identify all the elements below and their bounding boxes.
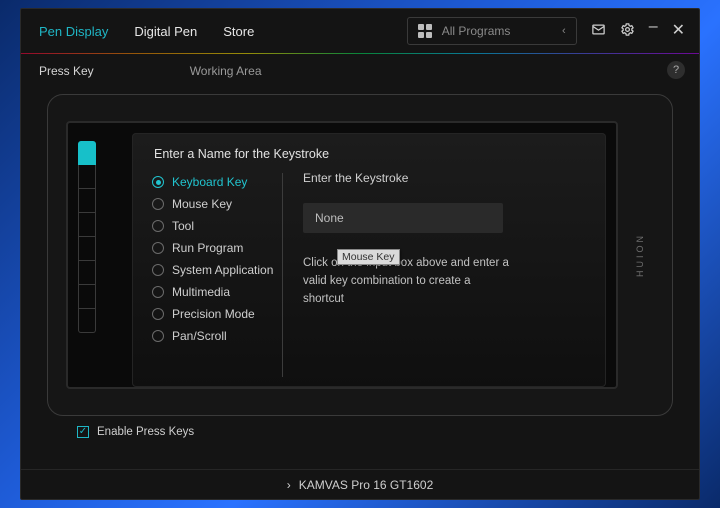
device-footer[interactable]: › KAMVAS Pro 16 GT1602 [21,469,699,499]
brand-label: HUION [635,233,645,277]
option-mouse-key[interactable]: Mouse Key [152,193,282,215]
keystroke-input[interactable]: None [303,203,503,233]
program-picker-label: All Programs [442,24,511,38]
option-multimedia[interactable]: Multimedia [152,281,282,303]
mail-icon[interactable] [591,22,606,40]
option-system-application[interactable]: System Application [152,259,282,281]
radio-icon [152,198,164,210]
radio-icon [152,286,164,298]
radio-icon [152,242,164,254]
express-key-4[interactable] [78,213,96,237]
express-key-7[interactable] [78,285,96,309]
subtab-working-area[interactable]: Working Area [190,64,262,78]
express-key-1[interactable] [78,141,96,165]
close-icon[interactable]: ✕ [672,23,685,39]
radio-icon [152,264,164,276]
action-type-list[interactable]: Keyboard Key Mouse Key Tool Run Program … [132,171,282,387]
titlebar: Pen Display Digital Pen Store All Progra… [21,9,699,53]
app-window: Pen Display Digital Pen Store All Progra… [20,8,700,500]
main-tabs: Pen Display Digital Pen Store [39,24,254,39]
sub-tabbar: Press Key Working Area ? [21,54,699,88]
chevron-right-icon: › [287,478,291,492]
help-icon[interactable]: ? [667,61,685,79]
option-tool[interactable]: Tool [152,215,282,237]
tab-digital-pen[interactable]: Digital Pen [134,24,197,39]
express-key-8[interactable] [78,309,96,333]
option-run-program[interactable]: Run Program [152,237,282,259]
express-key-3[interactable] [78,189,96,213]
panel-title: Enter a Name for the Keystroke [132,147,606,171]
option-keyboard-key[interactable]: Keyboard Key [152,171,282,193]
tab-pen-display[interactable]: Pen Display [39,24,108,39]
express-key-column [68,123,102,387]
keystroke-hint: Click on the input box above and enter a… [303,255,513,308]
radio-icon [152,308,164,320]
radio-icon [152,220,164,232]
express-key-6[interactable] [78,261,96,285]
minimize-icon[interactable]: – [649,18,658,36]
program-picker[interactable]: All Programs ‹ [407,17,577,45]
keystroke-entry-pane: Enter the Keystroke None Click on the in… [283,171,606,387]
keystroke-entry-title: Enter the Keystroke [303,171,588,185]
express-key-5[interactable] [78,237,96,261]
checkbox-checked-icon[interactable]: ✓ [77,426,89,438]
radio-icon [152,176,164,188]
express-key-2[interactable] [78,165,96,189]
enable-press-keys-label: Enable Press Keys [97,426,194,438]
gear-icon[interactable] [620,22,635,40]
radio-icon [152,330,164,342]
tooltip: Mouse Key [337,249,400,265]
tab-store[interactable]: Store [223,24,254,39]
option-pan-scroll[interactable]: Pan/Scroll [152,325,282,347]
device-name: KAMVAS Pro 16 GT1602 [299,478,434,492]
subtab-press-key[interactable]: Press Key [39,64,94,78]
stage: HUION Enter a Name for the Keystroke [21,88,699,469]
apps-grid-icon [418,24,432,38]
option-precision-mode[interactable]: Precision Mode [152,303,282,325]
chevron-left-icon: ‹ [562,25,566,37]
enable-press-keys-row[interactable]: ✓ Enable Press Keys [47,416,673,438]
